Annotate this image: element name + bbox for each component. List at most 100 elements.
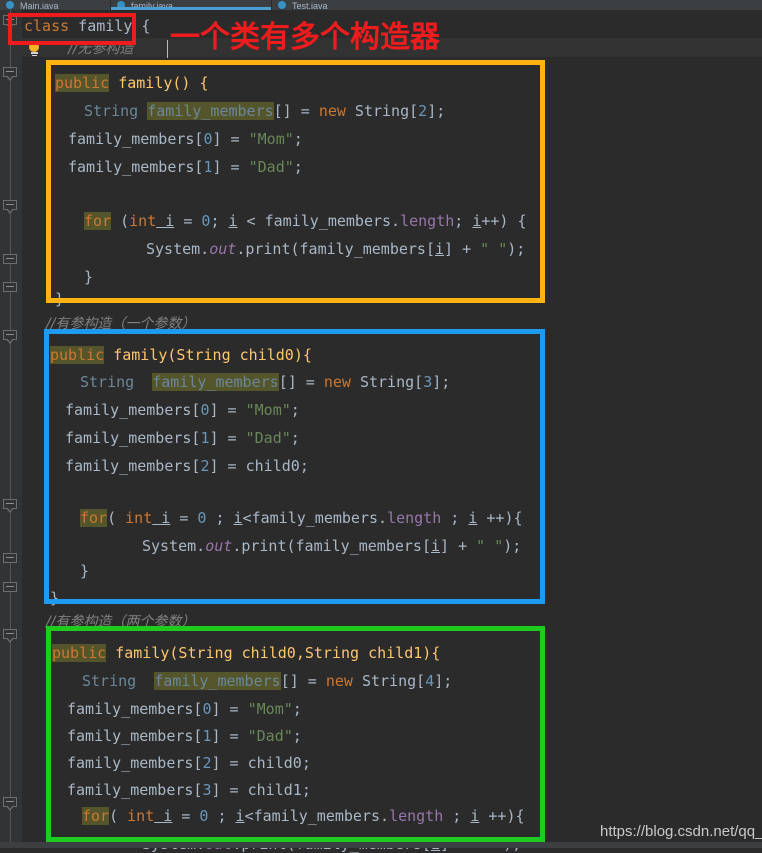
editor-gutter[interactable] [0,10,22,848]
assign-op: ] = [209,429,246,447]
stmt-end: ]; [434,672,453,690]
array-ref: family_members[ [67,754,203,772]
java-file-icon [278,1,286,9]
assign-op: = [172,807,200,825]
stmt-end: ; [292,700,302,718]
assign-op: = [174,212,202,230]
loop-cond: <family_members. [244,807,390,825]
keyword-for: for [80,509,108,527]
constructor-signature: family() { [109,74,209,92]
param-child1: child1 [247,781,302,799]
param-child0: child0 [245,457,300,475]
comment-one-arg: //有参构造（一个参数） [46,316,196,332]
line-class-declaration: class family { [24,18,150,35]
new-type: String[ [345,102,419,120]
stmt-end: ); [507,240,526,258]
watermark-url: https://blog.csdn.net/qq_44801116 [600,823,762,840]
array-ref: family_members[ [67,781,203,799]
assign-op: ] = [211,700,248,718]
string-literal: "Mom" [247,700,293,718]
line-c3-for: for( int i = 0 ; i<family_members.length… [82,807,525,825]
fold-marker-end-4[interactable] [3,582,18,595]
loop-var: i [235,807,245,825]
fold-marker-for-2[interactable] [3,499,18,513]
keyword-public: public [50,346,105,364]
string-literal: "Mom" [245,401,291,419]
keyword-for: for [84,212,112,230]
line-c3-assign-0: family_members[0] = "Mom"; [67,701,302,718]
fold-marker-constructor-1[interactable] [3,67,18,81]
array-index: 0 [200,401,210,419]
code-editor[interactable]: class family { //无参构造 public family() { … [0,10,762,853]
field-out: out [209,240,237,258]
stmt-end: ; [293,158,303,176]
var-family-members: family_members [147,102,274,120]
stmt-end: ]; [432,373,451,391]
concat-op: ] + [444,240,481,258]
loop-var: i [156,212,175,230]
fold-marker-for-1[interactable] [3,200,18,214]
array-ref: family_members[ [67,700,203,718]
line-c3-assign-2: family_members[2] = child0; [67,755,311,772]
loop-var: i [228,212,238,230]
code-fold-line [10,10,11,848]
system-ref: System. [146,240,210,258]
comment-two-arg: //有参构造（两个参数） [46,614,196,630]
loop-cond: < family_members. [237,212,401,230]
array-size: 2 [418,102,428,120]
array-ref: family_members[ [68,130,204,148]
assign-op: ] = [209,457,246,475]
string-literal: "Dad" [248,158,294,176]
array-index: 2 [200,457,210,475]
fold-marker-class[interactable] [3,15,18,29]
class-open-brace: { [132,17,151,35]
array-index: 1 [200,429,210,447]
semi: ; [210,212,229,230]
new-type: String[ [350,373,424,391]
print-call: .print(family_members[ [236,240,435,258]
semi: ; [441,509,469,527]
java-file-icon [6,1,14,9]
keyword-class: class [24,17,70,35]
field-length: length [387,509,442,527]
stmt-end: ; [299,457,309,475]
fold-marker-for-3[interactable] [3,797,18,811]
line-c3-array-decl: String family_members[] = new String[4]; [82,672,453,690]
var-family-members: family_members [154,672,281,690]
fold-marker-constructor-3[interactable] [3,629,18,643]
assign-op: ] = [211,727,248,745]
assign-op: [] = [278,373,324,391]
array-index: 0 [203,130,213,148]
loop-cond: <family_members. [242,509,388,527]
tab-family-java[interactable]: family.java [111,0,271,10]
tab-label: Test.java [292,1,328,9]
keyword-int: int [125,509,153,527]
array-ref: family_members[ [68,158,204,176]
tab-main-java[interactable]: Main.java [0,0,110,10]
loop-var: i [152,509,171,527]
fold-marker-end-2[interactable] [3,282,18,295]
array-index: 1 [203,158,213,176]
fold-marker-constructor-2[interactable] [3,330,18,344]
array-ref: family_members[ [65,429,201,447]
string-literal: " " [476,537,504,555]
tab-test-java[interactable]: Test.java [272,0,377,10]
editor-bottom-bar [0,842,762,848]
line-c2-close: } [50,589,60,607]
keyword-public: public [55,74,110,92]
line-c3-assign-3: family_members[3] = child1; [67,782,311,799]
code-content[interactable]: class family { //无参构造 public family() { … [22,10,762,853]
fold-marker-end-3[interactable] [3,553,18,566]
field-out: out [205,537,233,555]
loop-var: i [435,240,445,258]
assign-op: [] = [273,102,319,120]
line-c2-array-decl: String family_members[] = new String[3]; [80,373,451,391]
loop-var: i [233,509,243,527]
editor-tab-bar[interactable]: Main.java family.java Test.java [0,0,762,10]
semi: ; [206,509,234,527]
array-index: 3 [202,781,212,799]
fold-marker-end-1[interactable] [3,254,18,267]
string-literal: "Dad" [245,429,291,447]
loop-incr: ++){ [477,509,523,527]
assign-op: ] = [211,754,248,772]
